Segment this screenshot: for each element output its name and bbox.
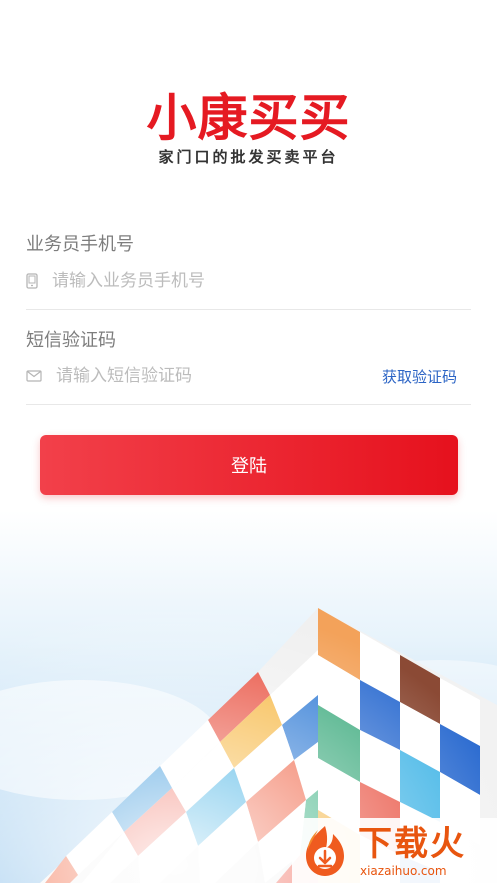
sms-field-row [26,356,356,396]
phone-field-label: 业务员手机号 [26,234,134,255]
watermark-text: 下载火 xiazaihuo.com [358,824,466,878]
phone-field-divider [26,309,471,310]
flame-logo-icon [296,822,354,880]
sms-code-input[interactable] [56,366,356,386]
phone-input[interactable] [52,271,471,291]
sms-field-label: 短信验证码 [26,330,116,351]
sms-field-divider [26,404,471,405]
get-code-button[interactable]: 获取验证码 [382,366,457,387]
phone-field-row [26,261,471,301]
mail-icon [26,366,46,386]
app-logo-title: 小康买买 [146,89,351,147]
login-button[interactable]: 登陆 [40,435,458,495]
watermark-brand: 下载火 [358,823,466,864]
phone-icon [26,271,46,291]
app-slogan: 家门口的批发买卖平台 [158,148,339,166]
watermark-badge: 下载火 xiazaihuo.com [292,818,497,883]
watermark-domain: xiazaihuo.com [360,863,447,878]
